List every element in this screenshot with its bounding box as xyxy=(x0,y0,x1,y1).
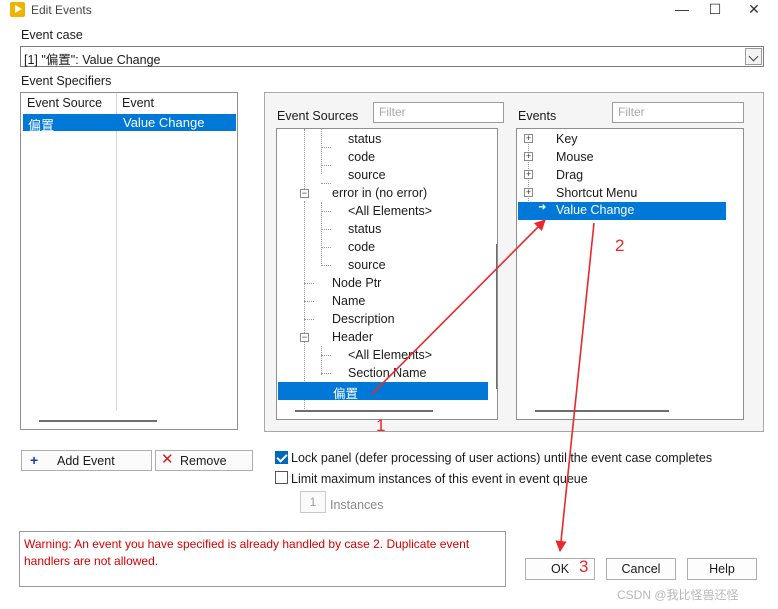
tree-connector xyxy=(321,165,331,166)
window-title: Edit Events xyxy=(31,3,92,17)
warning-text: Warning: An event you have specified is … xyxy=(24,537,470,568)
event-item-label: Value Change xyxy=(556,203,635,217)
maximize-button[interactable]: ☐ xyxy=(700,0,730,20)
instances-label: Instances xyxy=(330,498,384,512)
tree-connector xyxy=(321,265,331,266)
remove-x-icon: ✕ xyxy=(161,451,174,468)
title-bar: Edit Events — ☐ ✕ xyxy=(0,0,778,22)
annotation-number: 1 xyxy=(376,416,386,435)
collapse-icon[interactable]: − xyxy=(300,333,309,342)
add-event-label: Add Event xyxy=(57,454,115,468)
chevron-down-icon[interactable] xyxy=(745,48,762,65)
event-case-value: [1] "偏置": Value Change xyxy=(24,53,161,67)
expand-icon[interactable]: + xyxy=(524,170,533,179)
event-case-dropdown[interactable]: [1] "偏置": Value Change xyxy=(20,46,764,67)
horizontal-scrollbar[interactable] xyxy=(535,410,669,412)
annotation-number: 2 xyxy=(615,236,625,255)
tree-item[interactable]: <All Elements> xyxy=(348,204,432,218)
add-event-button[interactable]: + Add Event xyxy=(21,450,152,471)
limit-instances-label: Limit maximum instances of this event in… xyxy=(291,472,588,486)
expand-icon[interactable]: + xyxy=(524,152,533,161)
tree-connector xyxy=(304,129,305,193)
limit-instances-checkbox[interactable] xyxy=(275,471,288,484)
tree-item[interactable]: source xyxy=(348,168,386,182)
column-divider xyxy=(116,93,117,411)
tree-item[interactable]: source xyxy=(348,258,386,272)
event-specifiers-table[interactable]: Event Source Event 偏置 Value Change xyxy=(20,92,238,430)
cancel-button[interactable]: Cancel xyxy=(606,558,676,580)
tree-connector xyxy=(321,355,331,356)
collapse-icon[interactable]: − xyxy=(300,189,309,198)
minimize-button[interactable]: — xyxy=(667,0,697,20)
expand-icon[interactable]: + xyxy=(524,188,533,197)
remove-button[interactable]: ✕ Remove xyxy=(155,450,253,471)
labview-app-icon xyxy=(10,2,25,17)
tree-item[interactable]: Section Name xyxy=(348,366,427,380)
horizontal-scrollbar[interactable] xyxy=(295,410,433,412)
event-sources-label: Event Sources xyxy=(277,109,359,123)
vertical-scrollbar[interactable] xyxy=(496,244,497,389)
lock-panel-checkbox[interactable] xyxy=(275,451,288,464)
tree-item[interactable]: Name xyxy=(332,294,365,308)
events-tree[interactable]: + + + + Key Mouse Drag Shortcut Menu ➜ V… xyxy=(516,128,744,420)
tree-item-selected[interactable]: 偏置 xyxy=(278,382,488,401)
remove-label: Remove xyxy=(180,454,227,468)
arrow-right-icon: ➜ xyxy=(538,202,547,213)
events-label: Events xyxy=(518,109,557,123)
event-item[interactable]: Drag xyxy=(556,168,583,182)
tree-item[interactable]: error in (no error) xyxy=(332,186,427,200)
tree-connector xyxy=(321,183,331,184)
tree-item[interactable]: Header xyxy=(332,330,373,344)
tree-connector xyxy=(321,211,331,212)
warning-box: Warning: An event you have specified is … xyxy=(19,531,506,587)
event-case-label: Event case xyxy=(21,28,83,42)
expand-icon[interactable]: + xyxy=(524,134,533,143)
tree-connector xyxy=(321,346,322,375)
watermark: CSDN @我比怪兽还怪 xyxy=(617,588,739,602)
event-item[interactable]: Shortcut Menu xyxy=(556,186,637,200)
tree-connector xyxy=(304,201,305,411)
plus-icon: + xyxy=(30,452,39,468)
row-event: Value Change xyxy=(123,115,205,130)
tree-item[interactable]: status xyxy=(348,222,381,236)
tree-connector xyxy=(321,129,322,174)
column-header-event-source[interactable]: Event Source xyxy=(27,96,102,110)
column-header-event[interactable]: Event xyxy=(122,96,154,110)
annotation-number: 3 xyxy=(579,557,589,576)
tree-item[interactable]: status xyxy=(348,132,381,146)
row-event-source: 偏置 xyxy=(28,118,55,133)
tree-connector xyxy=(321,373,331,374)
tree-item[interactable]: Node Ptr xyxy=(332,276,381,290)
event-item[interactable]: Key xyxy=(556,132,578,146)
tree-item[interactable]: Description xyxy=(332,312,395,326)
tree-item[interactable]: code xyxy=(348,240,375,254)
event-sources-tree[interactable]: − − status code source error in (no erro… xyxy=(276,128,498,420)
event-item-selected[interactable]: ➜ Value Change xyxy=(518,202,726,220)
tree-connector xyxy=(321,147,331,148)
tree-connector xyxy=(304,283,314,284)
instances-input[interactable]: 1 xyxy=(300,491,326,513)
tree-connector xyxy=(321,229,331,230)
tree-connector xyxy=(321,247,331,248)
events-filter-input[interactable]: Filter xyxy=(612,102,744,123)
event-item[interactable]: Mouse xyxy=(556,150,594,164)
table-row[interactable]: 偏置 Value Change xyxy=(23,114,236,133)
help-button[interactable]: Help xyxy=(687,558,757,580)
tree-item[interactable]: <All Elements> xyxy=(348,348,432,362)
tree-connector xyxy=(304,301,314,302)
lock-panel-label: Lock panel (defer processing of user act… xyxy=(291,451,713,465)
horizontal-scrollbar[interactable] xyxy=(39,420,157,422)
tree-item[interactable]: code xyxy=(348,150,375,164)
event-specifiers-label: Event Specifiers xyxy=(21,74,112,88)
tree-connector xyxy=(304,319,314,320)
event-sources-filter-input[interactable]: Filter xyxy=(373,102,504,123)
close-button[interactable]: ✕ xyxy=(739,0,769,20)
